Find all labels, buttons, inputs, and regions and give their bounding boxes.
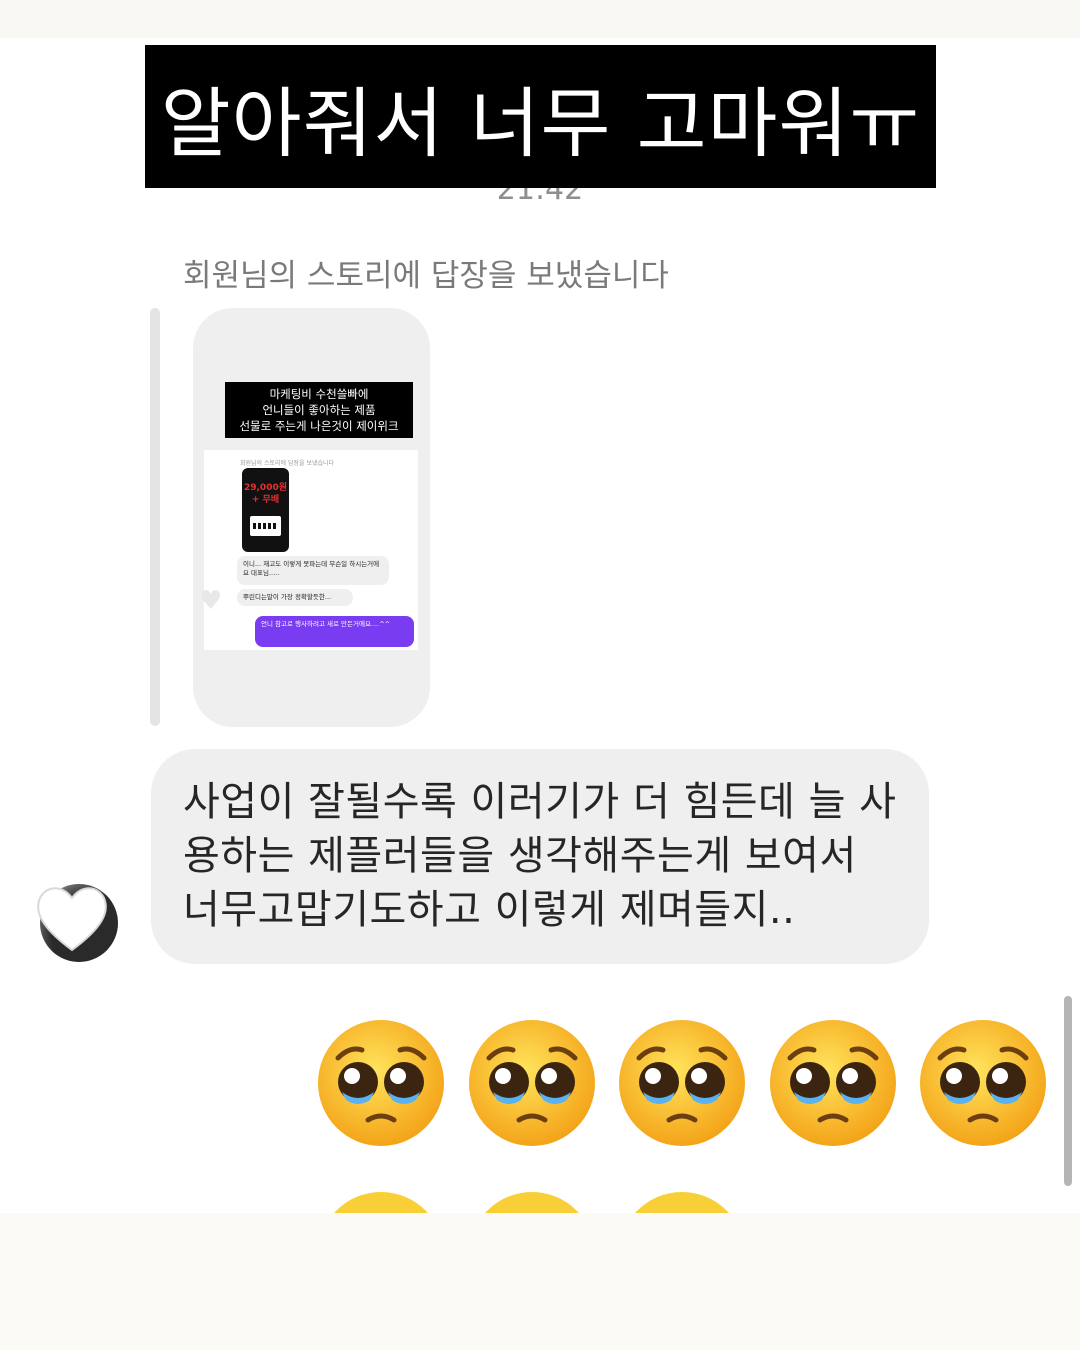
caption-banner: 알아줘서 너무 고마워ㅠ [145,45,936,188]
story-caption-line: 마케팅비 수천쓸빠에 [269,387,369,401]
story-bubble-sent: 언니 참고로 행사하려고 새로 만든거에요....^^ [255,616,414,647]
story-bubble: 뿌린디는말이 가장 정확할듯한... [237,589,353,606]
pleading-face-icon [619,1020,745,1146]
heart-reaction-icon: ♥ [199,586,223,616]
story-inner-notice: 회원님의 스토리에 답장을 보냈습니다 [240,460,335,467]
story-caption-line: 선물로 주는게 나은것이 제이위크 [239,419,399,433]
pleading-face-icon [770,1020,896,1146]
heart-icon [37,887,107,952]
pleading-face-icon [334,1192,428,1213]
avatar[interactable] [37,884,118,962]
page-top-band [0,0,1080,38]
story-preview-card[interactable]: 마케팅비 수천쓸빠에 언니들이 좋아하는 제품 선물로 주는게 나은것이 제이위… [193,308,430,727]
scrollbar[interactable] [1064,996,1072,1186]
story-caption-line: 언니들이 좋아하는 제품 [262,403,376,417]
pleading-face-icon [635,1192,729,1213]
reply-notice: 회원님의 스토리에 답장을 보냈습니다 [183,258,669,294]
story-screenshot: 회원님의 스토리에 답장을 보냈습니다 29,000원 + 무배 이니... 재… [199,450,418,650]
story-caption: 마케팅비 수천쓸빠에 언니들이 좋아하는 제품 선물로 주는게 나은것이 제이위… [225,382,413,438]
message-bubble[interactable]: 사업이 잘될수록 이러기가 더 힘든데 늘 사용하는 제플러들을 생각해주는게 … [151,749,929,964]
reply-indicator-bar [150,308,160,726]
story-keyboard-image [250,516,281,536]
pleading-face-icon [469,1020,595,1146]
emoji-row-partial [316,1190,1056,1213]
page-bottom-band [0,1213,1080,1350]
pleading-face-icon [318,1020,444,1146]
story-phone-image: 29,000원 + 무배 [242,468,289,552]
pleading-face-icon [920,1020,1046,1146]
emoji-row [316,1018,1056,1148]
story-bubble: 이니... 재고도 이렇게 못파는데 무슨일 하시는거에요 대표님..... [237,556,389,585]
story-price: 29,000원 + 무배 [243,483,287,505]
dm-thread-screen: 회원님의 스토리에 답장을 보냈습니다 마케팅비 수천쓸빠에 언니들이 좋아하는… [0,38,1080,1213]
pleading-face-icon [485,1192,579,1213]
